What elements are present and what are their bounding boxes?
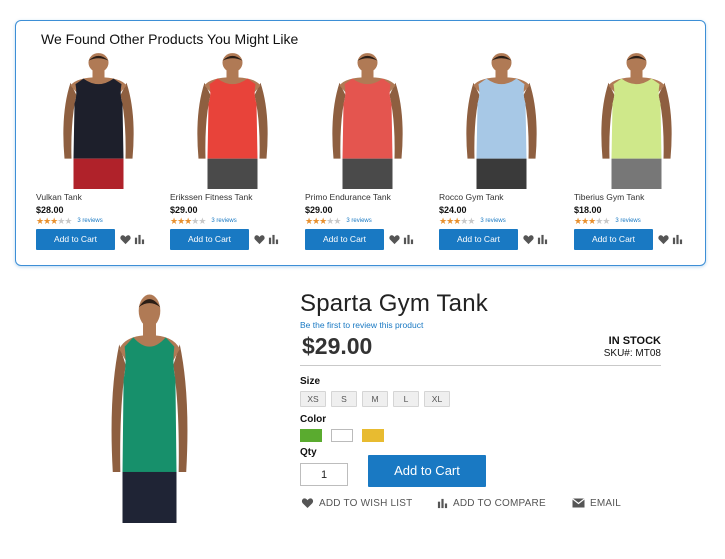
- heart-icon[interactable]: [254, 234, 265, 245]
- product-rating: ★★★★★ 3 reviews: [36, 216, 103, 226]
- compare-icon[interactable]: [134, 234, 145, 245]
- product-image[interactable]: [439, 51, 564, 189]
- heart-icon[interactable]: [120, 234, 131, 245]
- email-label: EMAIL: [590, 497, 622, 509]
- compare-icon[interactable]: [537, 234, 548, 245]
- recommendations-panel: We Found Other Products You Might Like V…: [15, 20, 706, 266]
- sku: SKU#: MT08: [603, 348, 661, 359]
- compare-icon[interactable]: [403, 234, 414, 245]
- rating-stars: ★★★★★: [574, 216, 610, 226]
- product-price: $28.00: [36, 205, 64, 215]
- envelope-icon: [572, 498, 585, 508]
- color-label: Color: [300, 414, 327, 425]
- qty-label: Qty: [300, 447, 317, 458]
- main-product-image[interactable]: [82, 291, 217, 523]
- size-option-s[interactable]: S: [331, 391, 357, 407]
- rating-stars: ★★★★★: [439, 216, 475, 226]
- product-title: Sparta Gym Tank: [300, 290, 488, 317]
- product-price: $24.00: [439, 205, 467, 215]
- reviews-link[interactable]: 3 reviews: [211, 218, 236, 224]
- color-swatch-green[interactable]: [300, 429, 322, 442]
- divider: [300, 365, 661, 366]
- add-to-cart-button[interactable]: Add to Cart: [439, 229, 518, 250]
- product-image[interactable]: [170, 51, 295, 189]
- product-image[interactable]: [305, 51, 430, 189]
- first-review-link[interactable]: Be the first to review this product: [300, 320, 423, 330]
- product-price: $29.00: [302, 333, 373, 359]
- add-to-cart-button[interactable]: Add to Cart: [170, 229, 249, 250]
- reviews-link[interactable]: 3 reviews: [615, 218, 640, 224]
- size-option-xl[interactable]: XL: [424, 391, 450, 407]
- product-name[interactable]: Rocco Gym Tank: [439, 192, 504, 202]
- product-rating: ★★★★★ 3 reviews: [439, 216, 506, 226]
- product-image[interactable]: [574, 51, 699, 189]
- reviews-link[interactable]: 3 reviews: [346, 218, 371, 224]
- product-image[interactable]: [36, 51, 161, 189]
- add-to-cart-button[interactable]: Add to Cart: [574, 229, 653, 250]
- size-option-l[interactable]: L: [393, 391, 419, 407]
- heart-icon[interactable]: [658, 234, 669, 245]
- product-price: $29.00: [305, 205, 333, 215]
- product-name[interactable]: Primo Endurance Tank: [305, 192, 391, 202]
- email-link[interactable]: EMAIL: [572, 496, 621, 510]
- wishlist-label: ADD TO WISH LIST: [319, 497, 413, 509]
- product-price: $29.00: [170, 205, 198, 215]
- heart-icon[interactable]: [389, 234, 400, 245]
- product-name[interactable]: Erikssen Fitness Tank: [170, 192, 253, 202]
- product-rating: ★★★★★ 3 reviews: [305, 216, 372, 226]
- product-name[interactable]: Vulkan Tank: [36, 192, 82, 202]
- product-rating: ★★★★★ 3 reviews: [170, 216, 237, 226]
- size-option-m[interactable]: M: [362, 391, 388, 407]
- size-option-xs[interactable]: XS: [300, 391, 326, 407]
- add-to-wishlist-link[interactable]: ADD TO WISH LIST: [301, 496, 412, 510]
- compare-icon[interactable]: [672, 234, 683, 245]
- product-rating: ★★★★★ 3 reviews: [574, 216, 641, 226]
- heart-icon[interactable]: [523, 234, 534, 245]
- stock-status: IN STOCK: [608, 335, 661, 347]
- product-name[interactable]: Tiberius Gym Tank: [574, 192, 644, 202]
- add-to-cart-button[interactable]: Add to Cart: [305, 229, 384, 250]
- rating-stars: ★★★★★: [170, 216, 206, 226]
- color-swatch-white[interactable]: [331, 429, 353, 442]
- add-to-compare-link[interactable]: ADD TO COMPARE: [437, 496, 546, 510]
- reviews-link[interactable]: 3 reviews: [77, 218, 102, 224]
- size-label: Size: [300, 376, 321, 387]
- compare-label: ADD TO COMPARE: [453, 497, 546, 509]
- qty-input[interactable]: [300, 463, 348, 486]
- compare-icon[interactable]: [268, 234, 279, 245]
- add-to-cart-button[interactable]: Add to Cart: [36, 229, 115, 250]
- reviews-link[interactable]: 3 reviews: [480, 218, 505, 224]
- rating-stars: ★★★★★: [36, 216, 72, 226]
- add-to-cart-button[interactable]: Add to Cart: [368, 455, 486, 487]
- recommendations-title: We Found Other Products You Might Like: [41, 31, 299, 47]
- heart-icon: [301, 498, 314, 508]
- product-price: $18.00: [574, 205, 602, 215]
- compare-icon: [437, 498, 448, 508]
- color-swatch-yellow[interactable]: [362, 429, 384, 442]
- rating-stars: ★★★★★: [305, 216, 341, 226]
